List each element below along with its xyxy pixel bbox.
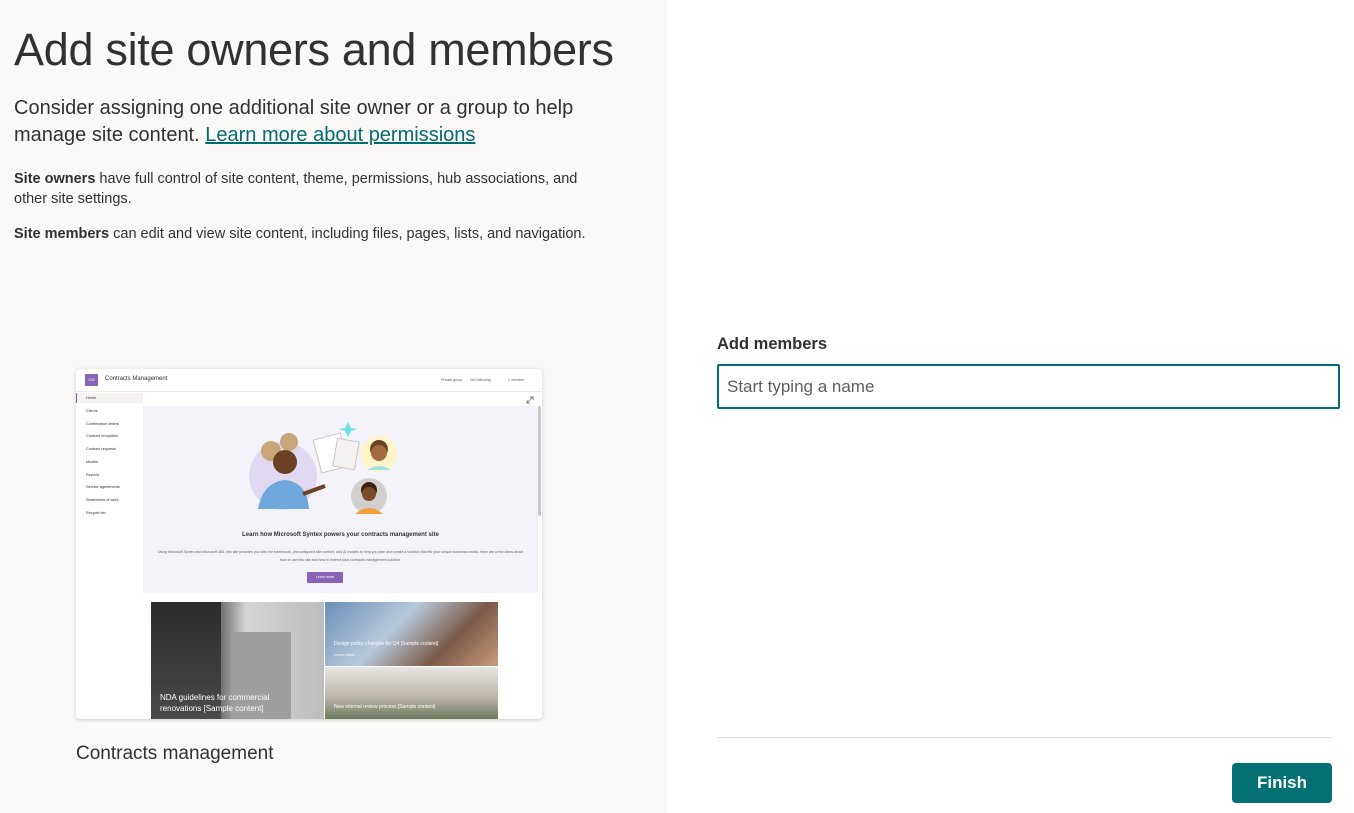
add-members-label: Add members xyxy=(717,335,828,353)
preview-nav-item: Statements of work xyxy=(86,498,119,502)
page-title: Add site owners and members xyxy=(14,24,614,75)
preview-follow-label: Not following xyxy=(470,378,491,382)
preview-nav-item: Models xyxy=(86,460,99,464)
template-caption: Contracts management xyxy=(76,743,274,764)
site-members-term: Site members xyxy=(14,226,110,242)
site-members-text: can edit and view site content, includin… xyxy=(109,226,586,242)
preview-news-tile: Design policy changes for Q4 [Sample con… xyxy=(325,602,498,666)
preview-nav-item: Recycle bin xyxy=(86,511,106,515)
left-panel: Add site owners and members Consider ass… xyxy=(0,0,667,813)
preview-members-count: 1 member xyxy=(508,378,525,382)
site-members-description: Site members can edit and view site cont… xyxy=(14,224,634,244)
preview-nav-item: Reports xyxy=(86,473,100,477)
finish-button[interactable]: Finish xyxy=(1232,763,1332,803)
add-members-input[interactable] xyxy=(717,364,1340,409)
preview-tile-title: NDA guidelines for commercial renovation… xyxy=(160,693,270,713)
preview-site-logo: CM xyxy=(85,374,98,386)
preview-tile-title: New internal review process [Sample cont… xyxy=(334,704,436,710)
preview-tile-link: Learn more xyxy=(334,652,355,657)
preview-privacy-label: Private group xyxy=(441,378,463,382)
preview-learn-more-button: Learn more xyxy=(307,572,343,583)
preview-nav: Home Clients Confirmation letters Contra… xyxy=(76,392,143,719)
preview-news-tile-large: NDA guidelines for commercial renovation… xyxy=(151,602,324,719)
footer-divider xyxy=(717,737,1332,738)
preview-news-tile: New internal review process [Sample cont… xyxy=(325,667,498,719)
learn-more-permissions-link[interactable]: Learn more about permissions xyxy=(205,124,475,146)
expand-icon xyxy=(526,396,534,404)
site-template-preview: CM Contracts Management Private group No… xyxy=(76,369,542,719)
preview-hero-text: Using Microsoft Syntex and Microsoft 365… xyxy=(157,550,524,562)
preview-scrollbar xyxy=(538,406,541,516)
people-illustration xyxy=(249,422,397,514)
preview-nav-item: Contract requests xyxy=(86,447,116,451)
preview-nav-item: Contract templates xyxy=(86,434,118,438)
preview-nav-item: Home xyxy=(86,396,97,400)
intro-text: Consider assigning one additional site o… xyxy=(14,95,614,149)
preview-nav-item: Clients xyxy=(86,409,98,413)
preview-nav-item: Service agreements xyxy=(86,485,120,489)
site-owners-term: Site owners xyxy=(14,171,96,187)
preview-header: CM Contracts Management Private group No… xyxy=(76,369,542,392)
preview-hero: Learn how Microsoft Syntex powers your c… xyxy=(143,406,538,593)
preview-nav-item: Confirmation letters xyxy=(86,422,119,426)
site-owners-description: Site owners have full control of site co… xyxy=(14,169,614,209)
site-owners-text: have full control of site content, theme… xyxy=(14,171,578,207)
preview-hero-title: Learn how Microsoft Syntex powers your c… xyxy=(242,532,439,538)
preview-site-name: Contracts Management xyxy=(105,376,168,382)
preview-tile-title: Design policy changes for Q4 [Sample con… xyxy=(334,641,439,647)
